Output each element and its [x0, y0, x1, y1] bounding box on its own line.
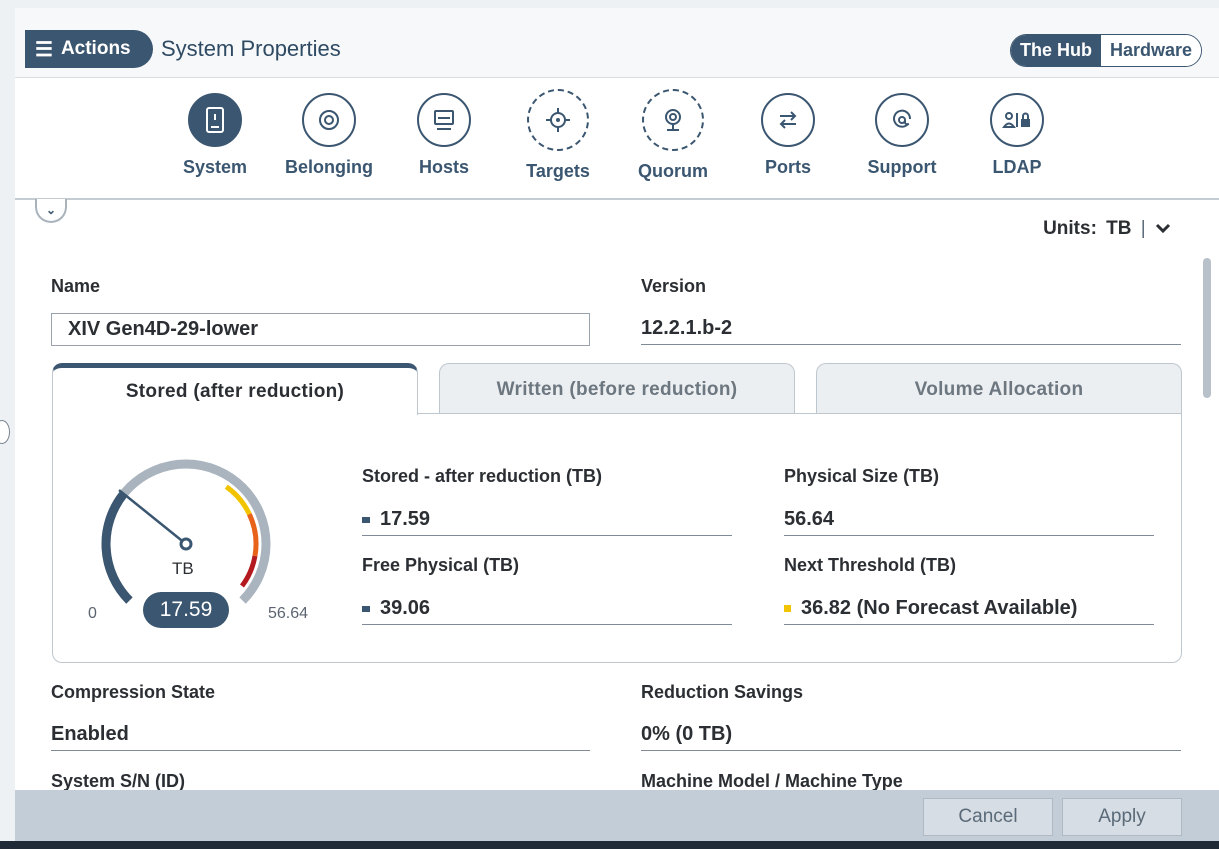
section-icon-bar: System Belonging Hosts Targets Quorum Po… [15, 79, 1219, 200]
units-value: TB [1106, 218, 1132, 239]
chevron-down-icon: ⌄ [45, 203, 57, 217]
page-title: System Properties [161, 36, 341, 61]
free-legend-marker [362, 605, 370, 612]
nav-belonging[interactable]: Belonging [274, 93, 384, 178]
physical-value: 56.64 [784, 508, 1154, 536]
toggle-hardware[interactable]: Hardware [1100, 35, 1201, 66]
version-label: Version [641, 276, 707, 296]
webcam-icon [642, 89, 704, 151]
support-at-icon [875, 93, 929, 147]
sn-label: System S/N (ID) [51, 771, 186, 791]
nav-quorum[interactable]: Quorum [618, 89, 728, 182]
stored-value: 17.59 [380, 508, 431, 530]
nav-label-ports: Ports [764, 157, 811, 177]
header-bar: ☰ Actions System Properties The Hub Hard… [15, 8, 1219, 78]
menu-icon: ☰ [35, 38, 53, 61]
nav-system[interactable]: System [160, 93, 270, 178]
swap-arrows-icon [761, 93, 815, 147]
gauge-needle [118, 489, 187, 545]
gauge-max: 56.64 [268, 605, 309, 622]
actions-label: Actions [60, 38, 131, 59]
user-lock-icon [990, 93, 1044, 147]
nav-label-hosts: Hosts [418, 157, 469, 177]
nav-hosts[interactable]: Hosts [389, 93, 499, 178]
threshold-value-row: 36.82 (No Forecast Available) [784, 597, 1154, 625]
nav-label-belonging: Belonging [285, 157, 373, 177]
actions-button[interactable]: ☰ Actions [25, 30, 153, 68]
target-ring-icon [302, 93, 356, 147]
tab-stored[interactable]: Stored (after reduction) [52, 363, 418, 415]
reduction-value: 0% (0 TB) [641, 723, 1181, 751]
nav-ports[interactable]: Ports [733, 93, 843, 178]
reduction-label: Reduction Savings [641, 682, 804, 702]
compression-label: Compression State [51, 682, 216, 702]
crosshair-icon [527, 89, 589, 151]
model-label: Machine Model / Machine Type [641, 771, 903, 791]
taskbar-strip [0, 841, 1219, 849]
name-label: Name [51, 276, 101, 296]
nav-label-ldap: LDAP [992, 157, 1042, 177]
free-value-row: 39.06 [362, 597, 732, 625]
nav-support[interactable]: Support [847, 93, 957, 178]
threshold-label: Next Threshold (TB) [784, 555, 957, 575]
threshold-legend-marker [784, 605, 791, 613]
stored-label: Stored - after reduction (TB) [362, 466, 603, 486]
free-value: 39.06 [380, 597, 431, 619]
gauge-min: 0 [88, 605, 97, 622]
collapse-toggle[interactable]: ⌄ [35, 199, 67, 223]
gauge-unit: TB [172, 559, 194, 578]
system-properties-window: ☰ Actions System Properties The Hub Hard… [15, 8, 1219, 841]
apply-button[interactable]: Apply [1062, 798, 1182, 836]
nav-ldap[interactable]: LDAP [962, 93, 1072, 178]
gauge-value-badge: 17.59 [143, 592, 229, 628]
chevron-down-icon [1155, 223, 1171, 234]
units-separator: | [1140, 218, 1146, 239]
gauge-band-orange [247, 513, 259, 557]
tab-volume-allocation[interactable]: Volume Allocation [816, 363, 1182, 415]
tab-written[interactable]: Written (before reduction) [439, 363, 795, 415]
view-toggle: The Hub Hardware [1009, 34, 1202, 67]
dialog-footer: Cancel Apply [15, 790, 1219, 841]
stored-value-row: 17.59 [362, 508, 732, 536]
cancel-button[interactable]: Cancel [923, 798, 1053, 836]
toggle-the-hub[interactable]: The Hub [1010, 35, 1101, 66]
nav-label-system: System [182, 157, 248, 177]
name-input[interactable] [51, 313, 590, 346]
nav-label-support: Support [867, 157, 937, 177]
nav-targets[interactable]: Targets [503, 89, 613, 182]
gauge-fill [101, 490, 133, 604]
threshold-value: 36.82 (No Forecast Available) [801, 597, 1078, 619]
nav-label-targets: Targets [526, 161, 590, 181]
units-label: Units: [1043, 218, 1097, 239]
physical-label: Physical Size (TB) [784, 466, 940, 486]
stored-legend-marker [362, 516, 370, 523]
version-value: 12.2.1.b-2 [641, 317, 1181, 345]
monitor-icon [417, 93, 471, 147]
capacity-panel: TB 17.59 0 56.64 Stored - after reductio… [52, 413, 1182, 663]
gauge-pivot [179, 537, 193, 551]
gauge-track [101, 459, 271, 604]
gauge-value: 17.59 [159, 598, 213, 621]
free-label: Free Physical (TB) [362, 555, 520, 575]
compression-value: Enabled [51, 723, 590, 751]
units-selector[interactable]: Units: TB | [1043, 218, 1171, 240]
scrollbar-thumb[interactable] [1203, 258, 1211, 398]
server-icon [188, 93, 242, 147]
nav-label-quorum: Quorum [638, 161, 708, 181]
